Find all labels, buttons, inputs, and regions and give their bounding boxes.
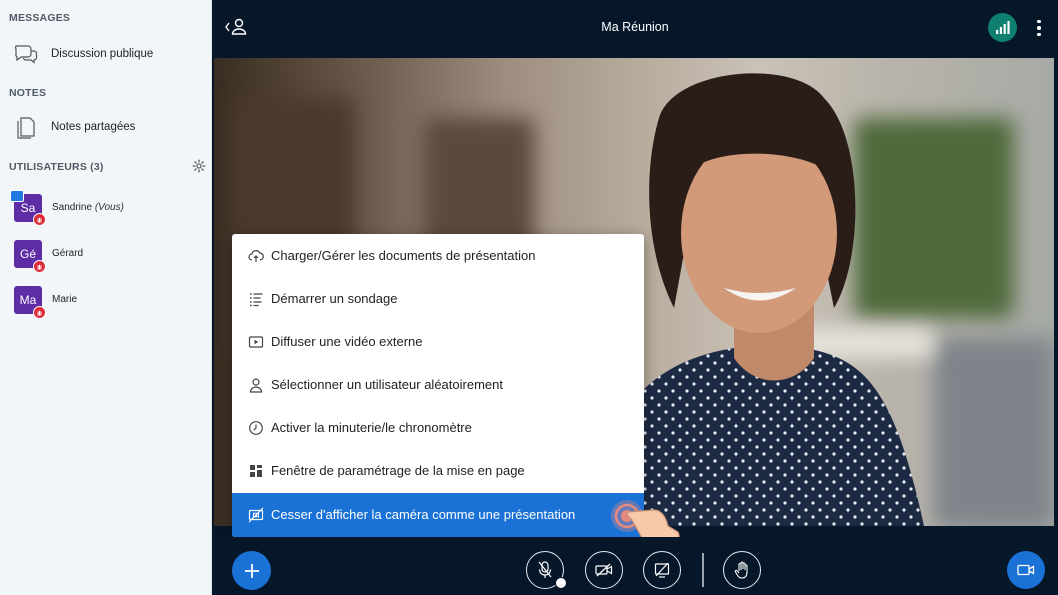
camera-off-icon [595, 563, 613, 577]
sidebar-item-shared-notes[interactable]: Notes partagées [0, 109, 211, 145]
screen-share-off-icon [654, 562, 670, 578]
audio-settings-chevron-icon[interactable] [555, 577, 567, 589]
notes-document-icon [17, 117, 35, 139]
meeting-title: Ma Réunion [601, 20, 669, 34]
sidebar-item-public-chat[interactable]: Discussion publique [0, 36, 211, 72]
messages-section-title: MESSAGES [9, 12, 71, 24]
raise-hand-button[interactable] [723, 551, 761, 589]
screen-share-button[interactable] [643, 551, 681, 589]
users-section-title: UTILISATEURS (3) [9, 161, 104, 173]
upload-cloud-icon [248, 250, 264, 262]
notes-section-title: NOTES [9, 87, 47, 99]
user-icon [249, 378, 263, 393]
top-bar: Ma Réunion [212, 0, 1058, 58]
menu-item-start-poll[interactable]: Démarrer un sondage [232, 277, 644, 320]
actions-menu: Charger/Gérer les documents de présentat… [232, 234, 644, 537]
poll-list-icon [250, 293, 263, 307]
raised-hand-icon [33, 213, 46, 226]
toolbar-divider [702, 553, 704, 587]
external-video-icon [248, 336, 264, 348]
menu-item-timer[interactable]: Activer la minuterie/le chronomètre [232, 406, 644, 449]
dot-icon [1037, 26, 1041, 30]
menu-item-random-user[interactable]: Sélectionner un utilisateur aléatoiremen… [232, 363, 644, 406]
menu-item-manage-presentations[interactable]: Charger/Gérer les documents de présentat… [232, 234, 644, 277]
actions-plus-button[interactable] [232, 551, 271, 590]
plus-icon [244, 563, 259, 578]
raised-hand-icon [33, 260, 46, 273]
camera-presentation-off-icon [248, 507, 264, 523]
user-item-gerard[interactable]: Gé Gérard [0, 236, 211, 276]
share-camera-button[interactable] [1007, 551, 1045, 589]
user-item-marie[interactable]: Ma Marie [0, 282, 211, 322]
layout-grid-icon [250, 465, 262, 477]
camera-button[interactable] [585, 551, 623, 589]
user-name: Gérard [52, 248, 84, 259]
menu-item-external-video[interactable]: Diffuser une vidéo externe [232, 320, 644, 363]
raised-hand-icon [33, 306, 46, 319]
timer-icon [249, 421, 263, 435]
user-name: Marie [52, 294, 78, 305]
user-item-sandrine[interactable]: Sa Sandrine (Vous) [0, 190, 211, 230]
connection-status-button[interactable] [988, 13, 1017, 42]
raise-hand-icon [734, 561, 748, 579]
menu-item-layout-settings[interactable]: Fenêtre de paramétrage de la mise en pag… [232, 449, 644, 492]
microphone-off-icon [538, 561, 552, 578]
menu-item-stop-camera-as-presentation[interactable]: Cesser d'afficher la caméra comme une pr… [232, 493, 644, 537]
gear-icon[interactable] [192, 159, 206, 173]
more-options-button[interactable] [1030, 15, 1048, 41]
sidebar: MESSAGES Discussion publique NOTES Notes… [0, 0, 212, 595]
bottom-bar [212, 537, 1058, 595]
public-chat-label: Discussion publique [51, 48, 154, 60]
dot-icon [1037, 19, 1041, 24]
shared-notes-label: Notes partagées [51, 121, 136, 133]
user-name: Sandrine (Vous) [52, 202, 124, 213]
video-camera-icon [1017, 564, 1035, 576]
signal-bars-icon [995, 21, 1010, 34]
chat-bubbles-icon [15, 45, 38, 64]
dot-icon [1037, 32, 1041, 37]
presenter-screen-icon [10, 190, 24, 202]
